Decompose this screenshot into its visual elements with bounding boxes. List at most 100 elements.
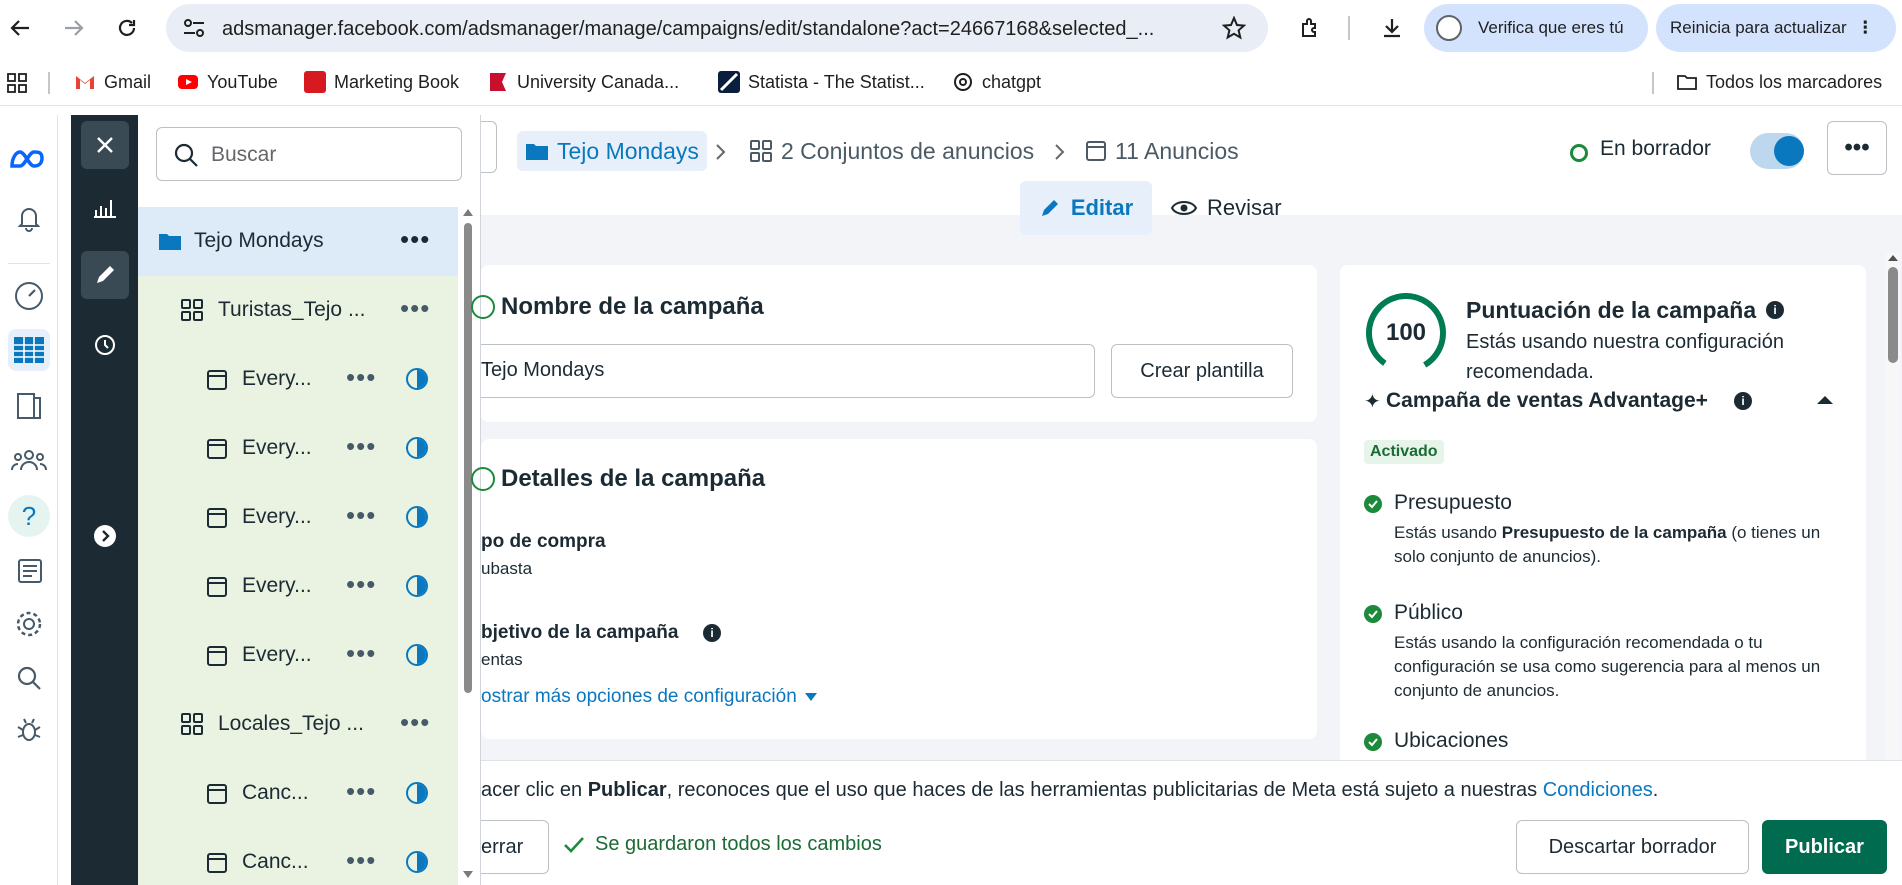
create-template-button[interactable]: Crear plantilla <box>1111 344 1293 398</box>
tree-adset-row[interactable]: Locales_Tejo ... ••• <box>138 690 458 759</box>
adset-more-icon[interactable]: ••• <box>400 709 430 735</box>
bookmark-label: Statista - The Statist... <box>748 71 925 92</box>
tree-adset-row[interactable]: Turistas_Tejo ... ••• <box>138 276 458 345</box>
bookmark-chatgpt[interactable]: chatgpt <box>952 71 1041 93</box>
url-text[interactable]: adsmanager.facebook.com/adsmanager/manag… <box>222 18 1154 41</box>
campaign-folder-icon <box>526 144 548 160</box>
campaign-more-icon[interactable]: ••• <box>400 226 430 252</box>
info-icon[interactable]: i <box>1734 392 1752 410</box>
score-item-title: Presupuesto <box>1394 491 1512 514</box>
all-bookmarks-folder[interactable]: Todos los marcadores <box>1676 71 1882 93</box>
bookmark-gmail[interactable]: Gmail <box>74 71 151 93</box>
tree-scroll-thumb[interactable] <box>464 223 472 693</box>
show-more-options-link[interactable]: ostrar más opciones de configuración <box>481 686 817 708</box>
scroll-up-icon[interactable] <box>1888 253 1898 263</box>
tree-ad-row[interactable]: Every... ••• <box>138 483 458 552</box>
tree-ad-row[interactable]: Every... ••• <box>138 414 458 483</box>
bookmark-university-canada[interactable]: University Canada... <box>487 71 679 93</box>
review-mode-tab[interactable]: Revisar <box>1171 181 1301 235</box>
bookmark-marketing-book[interactable]: Marketing Book <box>304 71 459 93</box>
reload-icon[interactable] <box>113 14 141 42</box>
ad-status-half-icon <box>406 368 428 390</box>
tree-ad-row[interactable]: Every... ••• <box>138 345 458 414</box>
address-bar[interactable]: adsmanager.facebook.com/adsmanager/manag… <box>166 4 1268 52</box>
breadcrumb-campaign[interactable]: Tejo Mondays <box>517 131 707 171</box>
apps-grid-icon[interactable] <box>6 72 28 94</box>
breadcrumb-ads[interactable]: 11 Anuncios <box>1085 131 1239 171</box>
site-settings-icon[interactable] <box>182 17 206 39</box>
bookmark-youtube[interactable]: YouTube <box>177 71 278 93</box>
search-magnifier-icon[interactable] <box>8 657 50 699</box>
publish-button[interactable]: Publicar <box>1762 820 1887 874</box>
edit-mode-tab[interactable]: Editar <box>1020 181 1152 235</box>
draft-status-dot-icon <box>1570 144 1588 162</box>
collapse-caret-icon[interactable] <box>1816 395 1834 405</box>
forward-arrow-icon[interactable] <box>60 14 88 42</box>
tree-campaign-row[interactable]: Tejo Mondays ••• <box>138 207 458 276</box>
dashboard-gauge-icon[interactable] <box>8 275 50 317</box>
extensions-icon[interactable] <box>1297 14 1325 42</box>
ad-icon <box>207 439 227 459</box>
score-value: 100 <box>1385 319 1427 346</box>
close-panel-icon[interactable] <box>81 121 129 169</box>
more-options-button[interactable]: ••• <box>1827 121 1887 175</box>
tree-ad-row[interactable]: Canc... ••• <box>138 828 458 885</box>
history-clock-icon[interactable] <box>81 321 129 369</box>
download-icon[interactable] <box>1378 14 1406 42</box>
ad-status-half-icon <box>406 644 428 666</box>
expand-chevron-icon[interactable] <box>81 512 129 560</box>
kebab-menu-icon: ⋮ <box>1856 18 1874 37</box>
campaign-details-title: Detalles de la campaña <box>501 465 766 492</box>
ad-more-icon[interactable]: ••• <box>346 364 376 390</box>
notifications-bell-icon[interactable] <box>8 197 50 239</box>
ad-icon <box>207 646 227 666</box>
edit-pencil-icon[interactable] <box>81 251 129 299</box>
bookmark-statista[interactable]: Statista - The Statist... <box>718 71 925 93</box>
scroll-down-icon[interactable] <box>462 870 474 880</box>
settings-gear-icon[interactable] <box>8 603 50 645</box>
close-button[interactable]: errar <box>481 820 549 874</box>
tree-ad-row[interactable]: Every... ••• <box>138 621 458 690</box>
bug-report-icon[interactable] <box>8 709 50 751</box>
scroll-up-icon[interactable] <box>462 207 474 217</box>
meta-logo-icon[interactable] <box>8 139 50 181</box>
campaign-name-input[interactable]: Tejo Mondays <box>481 344 1095 398</box>
tree-adset-label: Locales_Tejo ... <box>218 712 364 735</box>
edit-mode-label: Editar <box>1070 195 1134 220</box>
terms-end: . <box>1652 779 1659 801</box>
ad-more-icon[interactable]: ••• <box>346 640 376 666</box>
terms-link[interactable]: Condiciones <box>1543 779 1653 801</box>
ad-icon <box>207 370 227 390</box>
main-scroll-thumb[interactable] <box>1888 267 1898 363</box>
info-icon[interactable]: i <box>1766 301 1784 319</box>
ad-more-icon[interactable]: ••• <box>346 778 376 804</box>
tree-adset-label: Turistas_Tejo ... <box>218 298 366 321</box>
audiences-people-icon[interactable] <box>8 439 50 481</box>
news-feed-icon[interactable] <box>8 551 50 593</box>
statista-icon <box>718 71 740 93</box>
section-check-icon <box>471 467 495 491</box>
ads-manager-table-icon[interactable] <box>8 329 50 371</box>
ad-more-icon[interactable]: ••• <box>346 847 376 873</box>
adset-more-icon[interactable]: ••• <box>400 295 430 321</box>
help-question-icon[interactable]: ? <box>8 495 50 537</box>
performance-chart-icon[interactable] <box>81 183 129 231</box>
ad-more-icon[interactable]: ••• <box>346 571 376 597</box>
bookmark-star-icon[interactable] <box>1222 16 1246 40</box>
discard-draft-button[interactable]: Descartar borrador <box>1516 820 1749 874</box>
verify-identity-pill[interactable]: Verifica que eres tú <box>1424 4 1648 52</box>
review-mode-label: Revisar <box>1207 195 1282 220</box>
campaign-toggle[interactable] <box>1750 133 1804 169</box>
back-arrow-icon[interactable] <box>6 14 34 42</box>
tree-ad-row[interactable]: Canc... ••• <box>138 759 458 828</box>
tree-search-input[interactable]: Buscar <box>156 127 462 181</box>
ad-more-icon[interactable]: ••• <box>346 433 376 459</box>
breadcrumb-adsets[interactable]: 2 Conjuntos de anuncios <box>749 131 1034 171</box>
restart-update-pill[interactable]: Reinicia para actualizar ⋮ <box>1656 4 1896 52</box>
ad-more-icon[interactable]: ••• <box>346 502 376 528</box>
info-icon[interactable]: i <box>703 624 721 642</box>
tree-ad-row[interactable]: Every... ••• <box>138 552 458 621</box>
tree-ad-label: Every... <box>242 643 312 666</box>
catalog-book-icon[interactable] <box>8 385 50 427</box>
score-item-desc: Estás usando la configuración recomendad… <box>1394 633 1821 700</box>
